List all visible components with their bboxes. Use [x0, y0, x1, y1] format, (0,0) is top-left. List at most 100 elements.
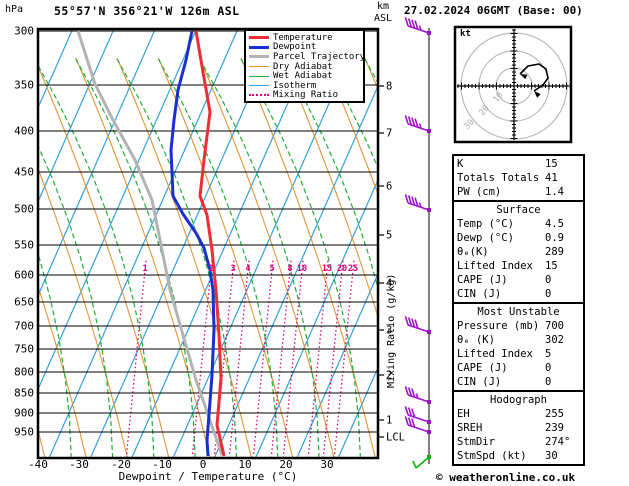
- mixing-ratio-value-label: 25: [348, 264, 358, 274]
- panel-row-value: 700: [545, 320, 564, 332]
- lcl-label: LCL: [386, 432, 405, 444]
- pressure-tick-label: 650: [14, 296, 34, 309]
- panel-row-value: 0: [545, 376, 552, 388]
- legend-item-label: Wet Adiabat: [273, 71, 333, 82]
- pressure-tick-label: 450: [14, 166, 34, 179]
- panel-row: Lifted Index 5: [457, 347, 580, 361]
- legend-item-label: Dry Adiabat: [273, 61, 333, 72]
- hodograph-unit-label: kt: [460, 29, 471, 39]
- legend-line-sample-icon: [249, 55, 269, 59]
- panel-row-label: PW (cm): [457, 186, 502, 198]
- datetime-title: 27.02.2024 06GMT (Base: 00): [404, 4, 583, 17]
- panel-row: PW (cm) 1.4: [457, 185, 580, 199]
- legend-line-sample-icon: [249, 75, 269, 77]
- panel-row-label: CIN (J): [457, 376, 502, 388]
- pressure-tick-label: 700: [14, 320, 34, 333]
- panel-row-label: CAPE (J): [457, 274, 508, 286]
- panel-row-value: 15: [545, 158, 558, 170]
- panel-row-value: 41: [545, 172, 558, 184]
- legend-item: Parcel Trajectory: [249, 52, 365, 62]
- panel-row-label: Temp (°C): [457, 218, 514, 230]
- panel-row: Pressure (mb) 700: [457, 319, 580, 333]
- legend-item: Temperature: [249, 33, 361, 43]
- panel-row: CIN (J) 0: [457, 375, 580, 389]
- panel-row: EH 255: [457, 407, 580, 421]
- panel-row-value: 255: [545, 408, 564, 420]
- panel-row: θₑ(K) 289: [457, 245, 580, 259]
- km-tick-label: 1: [386, 415, 392, 427]
- panel-row: StmSpd (kt) 30: [457, 449, 580, 463]
- pressure-tick-label: 550: [14, 239, 34, 252]
- panel-row-label: CIN (J): [457, 288, 502, 300]
- pressure-tick-label: 900: [14, 407, 34, 420]
- legend-item: Isotherm: [249, 81, 361, 91]
- panel-row-value: 0: [545, 274, 552, 286]
- legend-item-label: Dewpoint: [273, 42, 317, 53]
- wind-barb-icon: [412, 455, 431, 469]
- legend-item: Wet Adiabat: [249, 71, 361, 81]
- panel-row: SREH 239: [457, 421, 580, 435]
- wind-barb-icon: [404, 115, 431, 133]
- hodograph: 102030: [453, 25, 573, 144]
- legend-line-sample-icon: [249, 66, 269, 68]
- pressure-tick-label: 350: [14, 79, 34, 92]
- panel-row-label: Lifted Index: [457, 260, 533, 272]
- panel-row: Dewp (°C) 0.9: [457, 231, 580, 245]
- panel-row-value: 1.4: [545, 186, 564, 198]
- legend-line-sample-icon: [249, 36, 269, 40]
- panel-row-value: 15: [545, 260, 558, 272]
- pressure-tick-label: 950: [14, 426, 34, 439]
- altitude-unit-label: km ASL: [373, 1, 393, 24]
- mixing-ratio-value-label: 20: [337, 264, 347, 274]
- panel-row-value: 4.5: [545, 218, 564, 230]
- panel-row-label: StmSpd (kt): [457, 450, 527, 462]
- panel-row-value: 0.9: [545, 232, 564, 244]
- station-title: 55°57'N 356°21'W 126m ASL: [54, 4, 240, 18]
- panel-row-value: 239: [545, 422, 564, 434]
- panel-row-label: Dewp (°C): [457, 232, 514, 244]
- wind-barb-icon: [404, 386, 431, 404]
- panel-row-label: Pressure (mb): [457, 320, 540, 332]
- panel-row-label: SREH: [457, 422, 483, 434]
- panel-section-title: Most Unstable: [477, 306, 560, 318]
- hodograph-ring-label: 30: [462, 118, 476, 132]
- panel-section: Surface Temp (°C) 4.5 Dewp (°C) 0.9 θₑ(K) 289 L…: [452, 200, 585, 304]
- pressure-tick-label: 850: [14, 387, 34, 400]
- legend-item-label: Mixing Ratio: [273, 90, 339, 101]
- pressure-tick-label: 400: [14, 125, 34, 138]
- panel-row: CAPE (J) 0: [457, 273, 580, 287]
- panel-row-label: θₑ (K): [457, 334, 495, 346]
- skewt-sounding-app: 300 350 400 450 500 550 600 650 700 750 800 850 900 9…: [0, 0, 629, 486]
- km-tick-label: 8: [386, 81, 392, 93]
- panel-row-value: 289: [545, 246, 564, 258]
- hodograph-ring-label: 20: [477, 104, 491, 118]
- legend-item-label: Parcel Trajectory: [273, 51, 366, 62]
- wind-barb-icon: [404, 316, 431, 334]
- panel-row-value: 302: [545, 334, 564, 346]
- panel-row-label: EH: [457, 408, 470, 420]
- pressure-tick-label: 300: [14, 25, 34, 38]
- pressure-tick-label: 750: [14, 343, 34, 356]
- mixing-ratio-value-label: 4: [245, 264, 250, 274]
- panel-row: Lifted Index 15: [457, 259, 580, 273]
- panel-row: K 15: [457, 157, 580, 171]
- legend-line-sample-icon: [249, 94, 269, 97]
- panel-row-label: CAPE (J): [457, 362, 508, 374]
- panel-row: Totals Totals 41: [457, 171, 580, 185]
- pressure-unit-label: hPa: [5, 4, 24, 15]
- mixing-ratio-value-label: 8: [287, 264, 292, 274]
- legend-item: Mixing Ratio: [249, 90, 361, 101]
- panel-row-value: 0: [545, 288, 552, 300]
- wind-barb-icon: [404, 194, 431, 212]
- panel-row: CAPE (J) 0: [457, 361, 580, 375]
- mixing-ratio-value-label: 1: [142, 264, 147, 274]
- panel-section-title: Hodograph: [490, 394, 547, 406]
- indices-panel: K 15 Totals Totals 41 PW (cm) 1.4 Surface Temp …: [452, 154, 585, 466]
- mixing-ratio-value-label: 2: [208, 264, 213, 274]
- x-axis-label: Dewpoint / Temperature (°C): [118, 470, 298, 483]
- legend-item: Dry Adiabat: [249, 62, 361, 72]
- mixing-ratio-value-label: 3: [230, 264, 235, 274]
- pressure-tick-label: 600: [14, 269, 34, 282]
- pressure-tick-label: 500: [14, 203, 34, 216]
- panel-row: CIN (J) 0: [457, 287, 580, 301]
